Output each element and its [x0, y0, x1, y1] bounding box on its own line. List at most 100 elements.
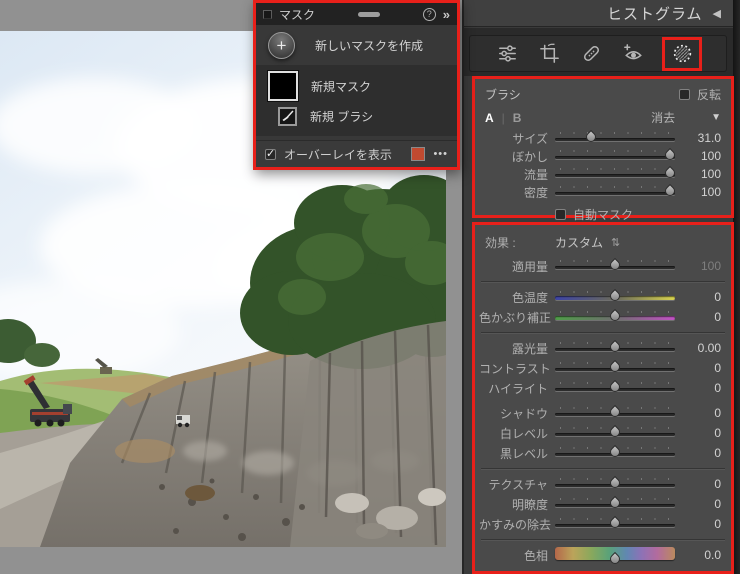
mask-item-new-mask[interactable]: 新規マスク: [268, 71, 445, 101]
create-new-mask-label: 新しいマスクを作成: [315, 37, 423, 54]
plus-icon[interactable]: +: [268, 32, 295, 59]
slider-track[interactable]: [555, 380, 675, 396]
slider-track[interactable]: [555, 360, 675, 376]
slider-label: かすみの除去: [479, 516, 555, 533]
slider-label: 露光量: [479, 340, 555, 357]
slider-track[interactable]: [555, 425, 675, 441]
slider-row: 黒レベル0: [475, 443, 731, 463]
mask-list-group: 新規マスク 新規 ブラシ: [256, 65, 457, 136]
histogram-title: ヒストグラム: [607, 3, 703, 24]
group-divider: [481, 539, 725, 540]
slider-value: 0: [675, 310, 721, 324]
invert-checkbox[interactable]: [679, 89, 690, 100]
tool-strip: [469, 35, 727, 72]
brush-slider-list: サイズ31.0ぼかし100流量 100 密度 100: [475, 129, 731, 201]
slider-track[interactable]: [555, 166, 675, 182]
slider-label: テクスチャ: [479, 476, 555, 493]
collapse-right-icon[interactable]: »: [443, 7, 450, 22]
slider-row: 流量 100: [475, 165, 731, 183]
brush-a-button[interactable]: A: [485, 111, 494, 125]
slider-track[interactable]: [555, 516, 675, 532]
slider-value: 0: [675, 517, 721, 531]
overlay-row: オーバーレイを表示 •••: [256, 140, 457, 167]
slider-label: 色かぶり補正: [479, 309, 555, 326]
slider-track[interactable]: [555, 405, 675, 421]
slider-track[interactable]: [555, 445, 675, 461]
mask-item-new-brush[interactable]: 新規 ブラシ: [268, 107, 445, 126]
panel-tab-icon: [263, 10, 272, 19]
slider-label: シャドウ: [479, 405, 555, 422]
slider-track[interactable]: [555, 258, 675, 274]
edit-sliders-icon[interactable]: [494, 41, 520, 67]
slider-row: 色相 0.0: [475, 545, 731, 565]
more-options-icon[interactable]: •••: [433, 148, 448, 160]
slider-value: 100: [675, 167, 721, 181]
slider-value: 0: [675, 290, 721, 304]
masking-icon[interactable]: [669, 41, 695, 67]
healing-icon[interactable]: [578, 41, 604, 67]
slider-row: 露光量 0.00: [475, 338, 731, 358]
slider-value: 100: [675, 259, 721, 273]
drag-handle[interactable]: [358, 12, 380, 17]
slider-label: 流量: [479, 166, 555, 183]
slider-row: 明瞭度 0: [475, 494, 731, 514]
brush-settings-panel: ブラシ 反転 A | B 消去 ▼ サイズ31.0ぼかし100流量100密度10…: [472, 76, 734, 218]
auto-mask-checkbox[interactable]: [555, 209, 566, 220]
show-overlay-label: オーバーレイを表示: [284, 146, 392, 163]
mask-thumbnail[interactable]: [268, 71, 298, 101]
slider-track[interactable]: [555, 545, 675, 565]
slider-track[interactable]: [555, 309, 675, 325]
group-divider: [481, 281, 725, 282]
invert-label: 反転: [697, 86, 721, 103]
mask-item-label: 新規マスク: [311, 78, 371, 95]
preset-dropdown[interactable]: カスタム: [555, 234, 603, 251]
mask-item-label: 新規 ブラシ: [310, 108, 373, 125]
collapse-left-icon[interactable]: ◀: [713, 7, 721, 20]
histogram-header[interactable]: ヒストグラム ◀: [464, 0, 733, 27]
slider-track[interactable]: [555, 289, 675, 305]
slider-row: 色かぶり補正 0: [475, 307, 731, 327]
overlay-color-swatch[interactable]: [411, 147, 425, 161]
slider-track[interactable]: [555, 496, 675, 512]
help-icon[interactable]: ?: [423, 8, 436, 21]
slider-value: 0: [675, 446, 721, 460]
erase-button[interactable]: 消去: [651, 109, 675, 126]
slider-track[interactable]: [555, 340, 675, 356]
crop-icon[interactable]: [536, 41, 562, 67]
slider-row: サイズ31.0: [475, 129, 731, 147]
slider-label: 明瞭度: [479, 496, 555, 513]
create-new-mask-button[interactable]: + 新しいマスクを作成: [256, 25, 457, 65]
slider-value: 0.0: [675, 548, 721, 562]
slider-value: 0.00: [675, 341, 721, 355]
slider-track[interactable]: [555, 476, 675, 492]
masking-tool-highlight: [662, 37, 702, 71]
slider-value: 100: [675, 185, 721, 199]
slider-value: 0: [675, 497, 721, 511]
brush-thumbnail[interactable]: [278, 107, 297, 126]
slider-row: シャドウ0: [475, 403, 731, 423]
slider-row: 白レベル0: [475, 423, 731, 443]
slider-row: ぼかし100: [475, 147, 731, 165]
slider-track[interactable]: [555, 184, 675, 200]
slider-track[interactable]: [555, 148, 675, 164]
mask-popup-header[interactable]: マスク ? »: [256, 3, 457, 25]
develop-right-panel: ヒストグラム ◀: [462, 0, 740, 574]
slider-label: 色相: [479, 547, 555, 564]
slider-value: 100: [675, 149, 721, 163]
brush-b-button[interactable]: B: [513, 111, 522, 125]
slider-label: コントラスト: [479, 360, 555, 377]
slider-track[interactable]: [555, 130, 675, 146]
preset-stepper-icon[interactable]: ⇅: [611, 236, 620, 249]
lightroom-window: ヒストグラム ◀: [0, 0, 740, 574]
slider-label: 密度: [479, 184, 555, 201]
flyout-triangle-icon[interactable]: ▼: [711, 112, 721, 123]
red-eye-icon[interactable]: [620, 41, 646, 67]
brush-panel-title: ブラシ: [485, 86, 679, 103]
mask-popup: マスク ? » + 新しいマスクを作成 新規マスク 新規 ブラシ: [253, 0, 460, 170]
group-divider: [481, 468, 725, 469]
slider-value: 0: [675, 381, 721, 395]
group-divider: [481, 332, 725, 333]
effects-label: 効果 :: [485, 234, 555, 251]
show-overlay-checkbox[interactable]: [265, 149, 276, 160]
mask-popup-title: マスク: [279, 6, 315, 23]
